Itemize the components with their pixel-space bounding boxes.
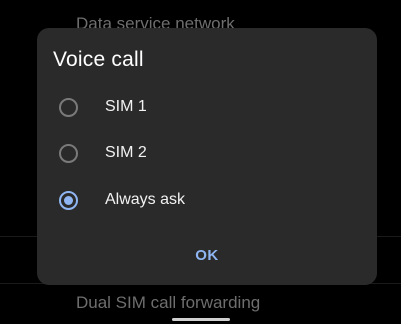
option-label: SIM 1 bbox=[105, 98, 147, 115]
voice-call-dialog: Voice call SIM 1 SIM 2 Always ask OK bbox=[37, 28, 377, 285]
radio-unchecked-icon[interactable] bbox=[59, 143, 78, 163]
option-label: Always ask bbox=[105, 191, 186, 208]
option-sim-1[interactable]: SIM 1 bbox=[37, 85, 377, 129]
settings-item-dual-sim-call-forwarding: Dual SIM call forwarding bbox=[76, 293, 261, 312]
option-sim-2[interactable]: SIM 2 bbox=[37, 131, 377, 175]
ok-button[interactable]: OK bbox=[183, 240, 231, 270]
screen: Data service network Dual SIM call forwa… bbox=[0, 0, 401, 324]
navigation-handle[interactable] bbox=[172, 318, 230, 321]
dialog-title: Voice call bbox=[53, 48, 144, 71]
option-always-ask[interactable]: Always ask bbox=[37, 178, 377, 222]
radio-checked-icon[interactable] bbox=[59, 190, 78, 210]
radio-unchecked-icon[interactable] bbox=[59, 97, 78, 117]
option-label: SIM 2 bbox=[105, 144, 147, 161]
